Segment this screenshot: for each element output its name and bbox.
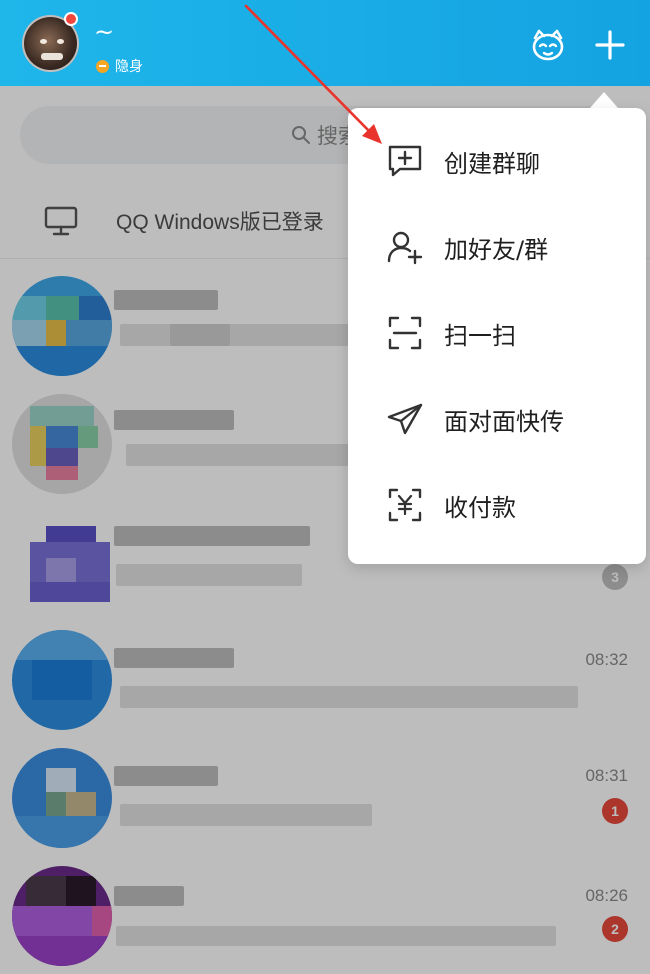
plus-dropdown-menu: 创建群聊 加好友/群 扫一扫 面对面快传 收付款 bbox=[348, 108, 646, 564]
add-friend-icon bbox=[387, 231, 423, 265]
avatar-eye bbox=[57, 39, 64, 44]
create-group-chat-icon bbox=[388, 145, 422, 177]
top-header: ~ 隐身 bbox=[0, 0, 650, 86]
menu-label: 创建群聊 bbox=[444, 149, 540, 178]
menu-item-face-to-face[interactable]: 面对面快传 bbox=[348, 376, 646, 462]
scan-icon bbox=[388, 316, 422, 350]
menu-label: 面对面快传 bbox=[444, 407, 564, 436]
status-label: 隐身 bbox=[115, 59, 143, 75]
plus-icon[interactable] bbox=[591, 26, 629, 64]
menu-label: 收付款 bbox=[444, 493, 516, 522]
menu-item-create-group[interactable]: 创建群聊 bbox=[348, 118, 646, 204]
avatar-mouth bbox=[41, 53, 63, 60]
notification-dot bbox=[64, 12, 78, 26]
menu-item-payment[interactable]: 收付款 bbox=[348, 462, 646, 548]
invisible-status-icon bbox=[96, 59, 109, 73]
menu-label: 加好友/群 bbox=[444, 235, 549, 264]
paper-plane-icon bbox=[387, 403, 423, 435]
menu-item-scan[interactable]: 扫一扫 bbox=[348, 290, 646, 376]
menu-label: 扫一扫 bbox=[444, 321, 516, 350]
user-nickname[interactable]: ~ bbox=[94, 20, 114, 44]
yuan-payment-icon bbox=[388, 488, 422, 522]
avatar-pet-icon[interactable] bbox=[529, 26, 567, 64]
menu-item-add-friend[interactable]: 加好友/群 bbox=[348, 204, 646, 290]
menu-pointer bbox=[590, 92, 618, 108]
online-status[interactable]: 隐身 bbox=[96, 56, 143, 76]
avatar-eye bbox=[40, 39, 47, 44]
